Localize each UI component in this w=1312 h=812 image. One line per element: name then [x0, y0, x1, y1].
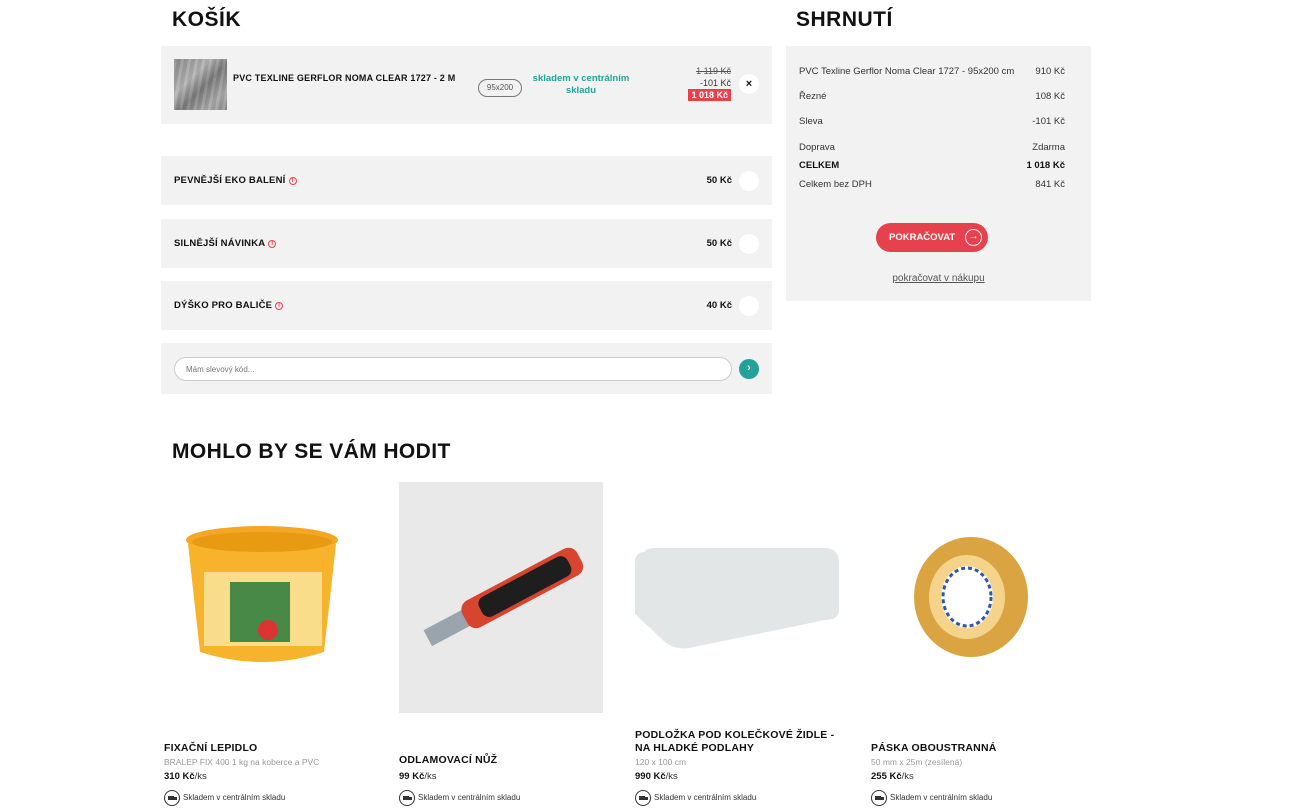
extra-option[interactable]: DÝŠKO PRO BALIČE i 40 Kč: [161, 281, 772, 330]
remove-item-button[interactable]: ×: [739, 74, 759, 94]
product-thumbnail[interactable]: [174, 59, 227, 110]
info-icon[interactable]: i: [275, 302, 284, 310]
discount-amount: -101 Kč: [699, 78, 731, 88]
product-desc: 50 mm x 25m (zesílená): [871, 757, 963, 767]
product-price: 990 Kč/ks: [635, 771, 678, 782]
cart-item-name[interactable]: PVC TEXLINE GERFLOR NOMA CLEAR 1727 - 2 …: [233, 72, 463, 84]
extra-radio[interactable]: [739, 171, 759, 191]
extra-option[interactable]: PEVNĚJŠÍ EKO BALENÍ i 50 Kč: [161, 156, 772, 205]
product-image[interactable]: [635, 482, 839, 713]
summary-row: PVC Texline Gerflor Noma Clear 1727 - 95…: [799, 66, 1065, 77]
product-price: 255 Kč/ks: [871, 771, 914, 782]
availability: Skladem v centrálním skladu: [635, 790, 756, 806]
extra-radio[interactable]: [739, 234, 759, 254]
info-icon[interactable]: i: [268, 240, 277, 248]
summary-total: CELKEM 1 018 Kč: [799, 160, 1065, 171]
cart-item: PVC TEXLINE GERFLOR NOMA CLEAR 1727 - 2 …: [161, 46, 772, 124]
cart-title: KOŠÍK: [172, 8, 242, 31]
product-desc: 120 x 100 cm: [635, 757, 687, 767]
extra-label: PEVNĚJŠÍ EKO BALENÍ i: [174, 175, 297, 186]
extra-label: SILNĚJŠÍ NÁVINKA i: [174, 238, 277, 249]
truck-icon: [164, 790, 180, 806]
product-desc: BRALEP FIX 400 1 kg na koberce a PVC: [164, 757, 320, 767]
coupon-input[interactable]: [174, 357, 732, 381]
extra-price: 40 Kč: [706, 300, 732, 311]
product-card[interactable]: ODLAMOVACÍ NŮŽ 99 Kč/ks Skladem v centrá…: [399, 482, 603, 812]
product-image[interactable]: [164, 482, 368, 713]
new-price: 1 018 Kč: [688, 89, 731, 101]
availability: Skladem v centrálním skladu: [871, 790, 992, 806]
summary-panel: PVC Texline Gerflor Noma Clear 1727 - 95…: [786, 46, 1091, 301]
product-image[interactable]: [871, 482, 1075, 713]
old-price: 1 119 Kč: [696, 66, 731, 76]
product-name[interactable]: FIXAČNÍ LEPIDLO: [164, 742, 368, 755]
truck-icon: [635, 790, 651, 806]
summary-row: Sleva -101 Kč: [799, 116, 1065, 127]
extra-label: DÝŠKO PRO BALIČE i: [174, 300, 284, 311]
product-name[interactable]: PÁSKA OBOUSTRANNÁ: [871, 742, 1075, 755]
product-image[interactable]: [399, 482, 603, 713]
summary-row: Doprava Zdarma: [799, 142, 1065, 153]
continue-shopping-link[interactable]: pokračovat v nákupu: [786, 273, 1091, 284]
truck-icon: [871, 790, 887, 806]
product-card[interactable]: PÁSKA OBOUSTRANNÁ 50 mm x 25m (zesílená)…: [871, 482, 1075, 812]
summary-title: SHRNUTÍ: [796, 8, 893, 31]
product-name[interactable]: ODLAMOVACÍ NŮŽ: [399, 754, 603, 767]
truck-icon: [399, 790, 415, 806]
summary-row: Řezné 108 Kč: [799, 91, 1065, 102]
product-name[interactable]: PODLOŽKA POD KOLEČKOVÉ ŽIDLE - NA HLADKÉ…: [635, 729, 839, 755]
availability: Skladem v centrálním skladu: [164, 790, 285, 806]
product-price: 99 Kč/ks: [399, 771, 437, 782]
extra-price: 50 Kč: [706, 238, 732, 249]
price-block: 1 119 Kč -101 Kč 1 018 Kč: [688, 65, 731, 101]
stock-status: skladem v centrálním skladu: [532, 73, 630, 96]
product-card[interactable]: FIXAČNÍ LEPIDLO BRALEP FIX 400 1 kg na k…: [164, 482, 368, 812]
extra-price: 50 Kč: [706, 175, 732, 186]
continue-button[interactable]: POKRAČOVAT →: [876, 223, 988, 252]
size-badge: 95x200: [478, 79, 522, 97]
info-icon[interactable]: i: [288, 177, 297, 185]
product-card[interactable]: PODLOŽKA POD KOLEČKOVÉ ŽIDLE - NA HLADKÉ…: [635, 482, 839, 812]
recommendations-title: MOHLO BY SE VÁM HODIT: [172, 440, 451, 463]
coupon-submit-button[interactable]: ›: [739, 359, 759, 379]
extra-option[interactable]: SILNĚJŠÍ NÁVINKA i 50 Kč: [161, 219, 772, 268]
coupon-panel: ›: [161, 343, 772, 394]
extra-radio[interactable]: [739, 296, 759, 316]
summary-row: Celkem bez DPH 841 Kč: [799, 179, 1065, 190]
product-price: 310 Kč/ks: [164, 771, 207, 782]
availability: Skladem v centrálním skladu: [399, 790, 520, 806]
arrow-right-icon: →: [965, 229, 982, 246]
